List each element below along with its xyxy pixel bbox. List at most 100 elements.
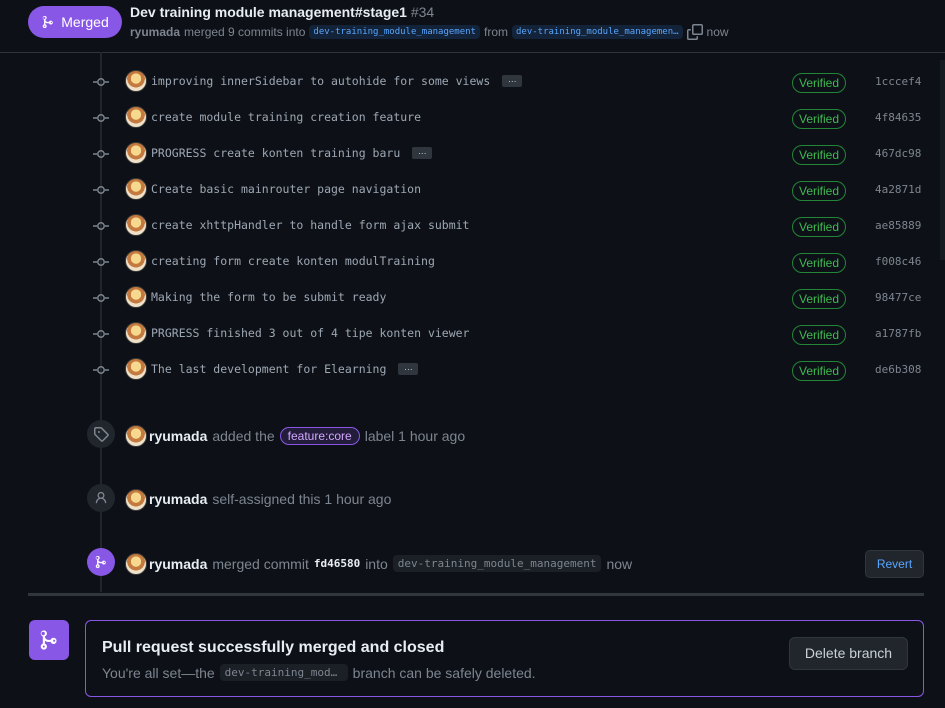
verified-badge[interactable]: Verified [792, 325, 846, 345]
git-commit-icon [93, 219, 109, 233]
commit-sha-link[interactable]: a1787fb [875, 327, 921, 340]
avatar[interactable] [125, 70, 147, 92]
commit-message-link[interactable]: creating form create konten modulTrainin… [151, 254, 435, 268]
base-branch-chip[interactable]: dev-training_module_management [309, 25, 480, 39]
copy-icon[interactable] [686, 24, 703, 40]
commit-message-row: improving innerSidebar to autohide for s… [151, 74, 523, 88]
merge-icon [43, 15, 54, 29]
verified-badge[interactable]: Verified [792, 253, 846, 273]
verified-badge[interactable]: Verified [792, 73, 846, 93]
commit-row: The last development for Elearning … Verif… [0, 352, 945, 388]
event-actor[interactable]: ryumada [149, 428, 207, 444]
expand-description-button[interactable]: … [398, 363, 419, 375]
branch-chip[interactable]: dev-training_module_management [219, 664, 348, 681]
commit-message-link[interactable]: create xhttpHandler to handle form ajax … [151, 218, 470, 232]
pr-title: Dev training module management#stage1 #3… [130, 4, 434, 20]
git-commit-icon [93, 327, 109, 341]
revert-button[interactable]: Revert [865, 550, 924, 578]
expand-description-button[interactable]: … [412, 147, 433, 159]
event-text-pre: added the [212, 428, 275, 444]
merge-status-title: Pull request successfully merged and clo… [102, 639, 445, 656]
commit-row: create module training creation feature V… [0, 100, 945, 136]
pr-number: #34 [410, 4, 435, 20]
verified-badge[interactable]: Verified [792, 361, 846, 381]
merge-icon [95, 555, 106, 569]
person-icon [95, 491, 107, 504]
merged-state-label: Merged [61, 14, 109, 30]
avatar[interactable] [125, 178, 147, 200]
commit-message-link[interactable]: Making the form to be submit ready [151, 290, 386, 304]
event-text-post: label 1 hour ago [364, 428, 466, 444]
commit-sha-link[interactable]: ae85889 [875, 219, 921, 232]
commit-message-row: Making the form to be submit ready [151, 290, 386, 304]
divider [28, 593, 924, 596]
pr-author-link[interactable]: ryumada [130, 25, 180, 39]
avatar[interactable] [125, 142, 147, 164]
commit-message-row: Create basic mainrouter page navigation [151, 182, 421, 196]
avatar[interactable] [125, 358, 147, 380]
commit-message-link[interactable]: PRGRESS finished 3 out of 4 tipe konten … [151, 326, 470, 340]
branch-chip[interactable]: dev-training_module_management [392, 555, 602, 572]
event-text-mid: into [365, 555, 388, 572]
event-badge [87, 548, 115, 576]
git-commit-icon [93, 75, 109, 89]
avatar[interactable] [125, 489, 147, 511]
from-text: from [483, 25, 508, 39]
pr-header: Merged Dev training module management#st… [0, 0, 945, 53]
event-actor[interactable]: ryumada [149, 491, 207, 507]
git-commit-icon [93, 147, 109, 161]
expand-description-button[interactable]: … [502, 75, 523, 87]
avatar[interactable] [125, 106, 147, 128]
commit-sha-link[interactable]: 467dc98 [875, 147, 921, 160]
commit-message-row: PROGRESS create konten training baru … [151, 146, 433, 160]
avatar[interactable] [125, 553, 147, 575]
commit-message-row: create module training creation feature [151, 110, 421, 124]
avatar[interactable] [125, 322, 147, 344]
commit-message-link[interactable]: improving innerSidebar to autohide for s… [151, 74, 490, 88]
commit-message-link[interactable]: PROGRESS create konten training baru [151, 146, 400, 160]
git-commit-icon [93, 111, 109, 125]
commit-message-link[interactable]: The last development for Elearning [151, 362, 386, 376]
avatar[interactable] [125, 286, 147, 308]
verified-badge[interactable]: Verified [792, 289, 846, 309]
merge-sub-post: branch can be safely deleted. [352, 664, 536, 681]
git-commit-icon [93, 363, 109, 377]
git-commit-icon [93, 183, 109, 197]
verified-badge[interactable]: Verified [792, 181, 846, 201]
head-branch-chip[interactable]: dev-training_module_managemen… [511, 25, 683, 39]
assign-event: ryumada self-assigned this 1 hour ago [0, 484, 945, 516]
avatar[interactable] [125, 214, 147, 236]
commit-message-row: creating form create konten modulTrainin… [151, 254, 435, 268]
merge-icon [40, 630, 57, 650]
pr-title-text: Dev training module management#stage1 [130, 4, 407, 20]
commit-sha-link[interactable]: 1cccef4 [875, 75, 921, 88]
label-chip[interactable]: feature:core [279, 427, 360, 445]
verified-badge[interactable]: Verified [792, 109, 846, 129]
delete-branch-button[interactable]: Delete branch [789, 637, 908, 670]
verified-badge[interactable]: Verified [792, 217, 846, 237]
merged-text: merged 9 commits into [184, 25, 306, 39]
avatar[interactable] [125, 425, 147, 447]
commit-sha-link[interactable]: f008c46 [875, 255, 921, 268]
event-text-pre: merged commit [212, 555, 309, 572]
commit-sha-link[interactable]: 4a2871d [875, 183, 921, 196]
commit-ref-link[interactable]: fd46580 [314, 557, 360, 570]
commit-sha-link[interactable]: de6b308 [875, 363, 921, 376]
avatar[interactable] [125, 250, 147, 272]
event-actor[interactable]: ryumada [149, 556, 207, 572]
commit-row: Create basic mainrouter page navigation V… [0, 172, 945, 208]
commit-sha-link[interactable]: 98477ce [875, 291, 921, 304]
tag-icon [94, 427, 109, 442]
verified-badge[interactable]: Verified [792, 145, 846, 165]
merge-status-icon-box [29, 620, 69, 660]
commit-row: create xhttpHandler to handle form ajax … [0, 208, 945, 244]
label-event: ryumada added the feature:core label 1 h… [0, 420, 945, 452]
merge-status-box: Pull request successfully merged and clo… [85, 620, 924, 697]
commit-message-link[interactable]: create module training creation feature [151, 110, 421, 124]
merge-status-subtitle: You're all set—the dev-training_module_m… [102, 664, 536, 681]
commit-sha-link[interactable]: 4f84635 [875, 111, 921, 124]
git-commit-icon [93, 291, 109, 305]
commit-message-link[interactable]: Create basic mainrouter page navigation [151, 182, 421, 196]
commit-row: improving innerSidebar to autohide for s… [0, 64, 945, 100]
merge-event: ryumada merged commit fd46580 into dev-t… [0, 548, 945, 580]
